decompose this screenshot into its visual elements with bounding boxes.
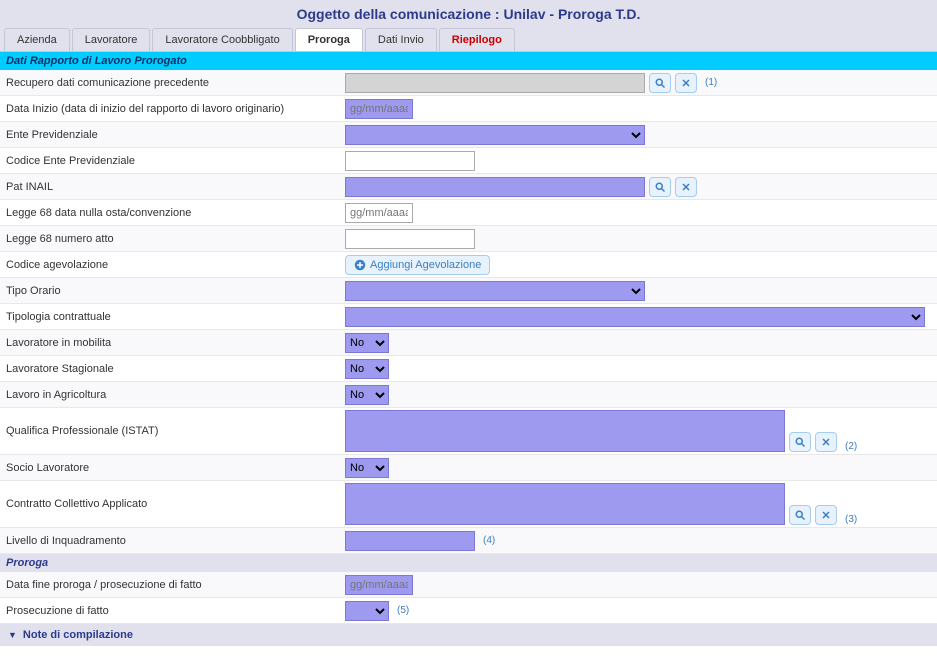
- label-data-fine: Data fine proroga / prosecuzione di fatt…: [0, 579, 345, 591]
- label-lav-mobilita: Lavoratore in mobilita: [0, 337, 345, 349]
- qualifica-textarea[interactable]: [345, 410, 785, 452]
- row-legge68-num: Legge 68 numero atto: [0, 226, 937, 252]
- search-button[interactable]: [789, 432, 811, 452]
- row-codice-ente: Codice Ente Previdenziale: [0, 148, 937, 174]
- livello-input[interactable]: [345, 531, 475, 551]
- search-icon: [654, 77, 666, 89]
- row-tipo-orario: Tipo Orario: [0, 278, 937, 304]
- label-ccnl: Contratto Collettivo Applicato: [0, 498, 345, 510]
- add-agevolazione-button[interactable]: Aggiungi Agevolazione: [345, 255, 490, 275]
- row-livello: Livello di Inquadramento (4): [0, 528, 937, 554]
- ccnl-textarea[interactable]: [345, 483, 785, 525]
- section-dati-rapporto: Dati Rapporto di Lavoro Prorogato: [0, 52, 937, 70]
- footnote-2: (2): [845, 441, 857, 452]
- search-button[interactable]: [789, 505, 811, 525]
- note-label: Note di compilazione: [23, 629, 133, 641]
- row-pat-inail: Pat INAIL: [0, 174, 937, 200]
- search-icon: [794, 436, 806, 448]
- legge68-num-input[interactable]: [345, 229, 475, 249]
- row-lav-mobilita: Lavoratore in mobilita No: [0, 330, 937, 356]
- tipologia-select[interactable]: [345, 307, 925, 327]
- codice-ente-input[interactable]: [345, 151, 475, 171]
- add-agev-label: Aggiungi Agevolazione: [370, 259, 481, 271]
- note-compilazione-bar[interactable]: ▼ Note di compilazione: [0, 624, 937, 646]
- row-lav-stagionale: Lavoratore Stagionale No: [0, 356, 937, 382]
- label-qualifica: Qualifica Professionale (ISTAT): [0, 425, 345, 437]
- lav-stagionale-select[interactable]: No: [345, 359, 389, 379]
- footnote-3: (3): [845, 514, 857, 525]
- row-data-inizio: Data Inizio (data di inizio del rapporto…: [0, 96, 937, 122]
- tab-azienda[interactable]: Azienda: [4, 28, 70, 51]
- tab-proroga[interactable]: Proroga: [295, 28, 363, 51]
- tabs-bar: Azienda Lavoratore Lavoratore Coobbligat…: [0, 28, 937, 52]
- label-legge68-num: Legge 68 numero atto: [0, 233, 345, 245]
- label-legge68-data: Legge 68 data nulla osta/convenzione: [0, 207, 345, 219]
- clear-button[interactable]: [675, 177, 697, 197]
- clear-button[interactable]: [815, 505, 837, 525]
- row-ente-previdenziale: Ente Previdenziale: [0, 122, 937, 148]
- tab-riepilogo[interactable]: Riepilogo: [439, 28, 515, 51]
- footnote-1: (1): [705, 77, 717, 88]
- legge68-data-input[interactable]: [345, 203, 413, 223]
- row-cod-agevolazione: Codice agevolazione Aggiungi Agevolazion…: [0, 252, 937, 278]
- socio-select[interactable]: No: [345, 458, 389, 478]
- pat-inail-input[interactable]: [345, 177, 645, 197]
- recupero-input[interactable]: [345, 73, 645, 93]
- lav-agricoltura-select[interactable]: No: [345, 385, 389, 405]
- data-inizio-input[interactable]: [345, 99, 413, 119]
- label-lav-agricoltura: Lavoro in Agricoltura: [0, 389, 345, 401]
- section-proroga: Proroga: [0, 554, 937, 572]
- label-ente-prev: Ente Previdenziale: [0, 129, 345, 141]
- close-icon: [820, 436, 832, 448]
- label-cod-agev: Codice agevolazione: [0, 259, 345, 271]
- row-legge68-data: Legge 68 data nulla osta/convenzione: [0, 200, 937, 226]
- page-header: Oggetto della comunicazione : Unilav - P…: [0, 0, 937, 28]
- clear-button[interactable]: [815, 432, 837, 452]
- prosecuzione-select[interactable]: [345, 601, 389, 621]
- row-lav-agricoltura: Lavoro in Agricoltura No: [0, 382, 937, 408]
- search-icon: [654, 181, 666, 193]
- tab-dati-invio[interactable]: Dati Invio: [365, 28, 437, 51]
- label-recupero: Recupero dati comunicazione precedente: [0, 77, 345, 89]
- search-icon: [794, 509, 806, 521]
- search-button[interactable]: [649, 177, 671, 197]
- tab-coobbligato[interactable]: Lavoratore Coobbligato: [152, 28, 292, 51]
- chevron-down-icon: ▼: [8, 630, 17, 640]
- page-title: Oggetto della comunicazione : Unilav - P…: [0, 6, 937, 22]
- search-button[interactable]: [649, 73, 671, 93]
- close-icon: [680, 181, 692, 193]
- label-codice-ente: Codice Ente Previdenziale: [0, 155, 345, 167]
- row-recupero: Recupero dati comunicazione precedente (…: [0, 70, 937, 96]
- close-icon: [820, 509, 832, 521]
- row-ccnl: Contratto Collettivo Applicato (3): [0, 481, 937, 528]
- ente-prev-select[interactable]: [345, 125, 645, 145]
- clear-button[interactable]: [675, 73, 697, 93]
- row-qualifica: Qualifica Professionale (ISTAT) (2): [0, 408, 937, 455]
- label-pat-inail: Pat INAIL: [0, 181, 345, 193]
- row-prosecuzione: Prosecuzione di fatto (5): [0, 598, 937, 624]
- footnote-4: (4): [483, 535, 495, 546]
- plus-icon: [354, 259, 366, 271]
- row-socio: Socio Lavoratore No: [0, 455, 937, 481]
- tipo-orario-select[interactable]: [345, 281, 645, 301]
- label-tipo-orario: Tipo Orario: [0, 285, 345, 297]
- tab-lavoratore[interactable]: Lavoratore: [72, 28, 151, 51]
- data-fine-input[interactable]: [345, 575, 413, 595]
- row-tipologia: Tipologia contrattuale: [0, 304, 937, 330]
- label-lav-stagionale: Lavoratore Stagionale: [0, 363, 345, 375]
- row-data-fine: Data fine proroga / prosecuzione di fatt…: [0, 572, 937, 598]
- footnote-5: (5): [397, 605, 409, 616]
- label-livello: Livello di Inquadramento: [0, 535, 345, 547]
- label-tipologia: Tipologia contrattuale: [0, 311, 345, 323]
- close-icon: [680, 77, 692, 89]
- label-data-inizio: Data Inizio (data di inizio del rapporto…: [0, 103, 345, 115]
- label-prosecuzione: Prosecuzione di fatto: [0, 605, 345, 617]
- lav-mobilita-select[interactable]: No: [345, 333, 389, 353]
- label-socio: Socio Lavoratore: [0, 462, 345, 474]
